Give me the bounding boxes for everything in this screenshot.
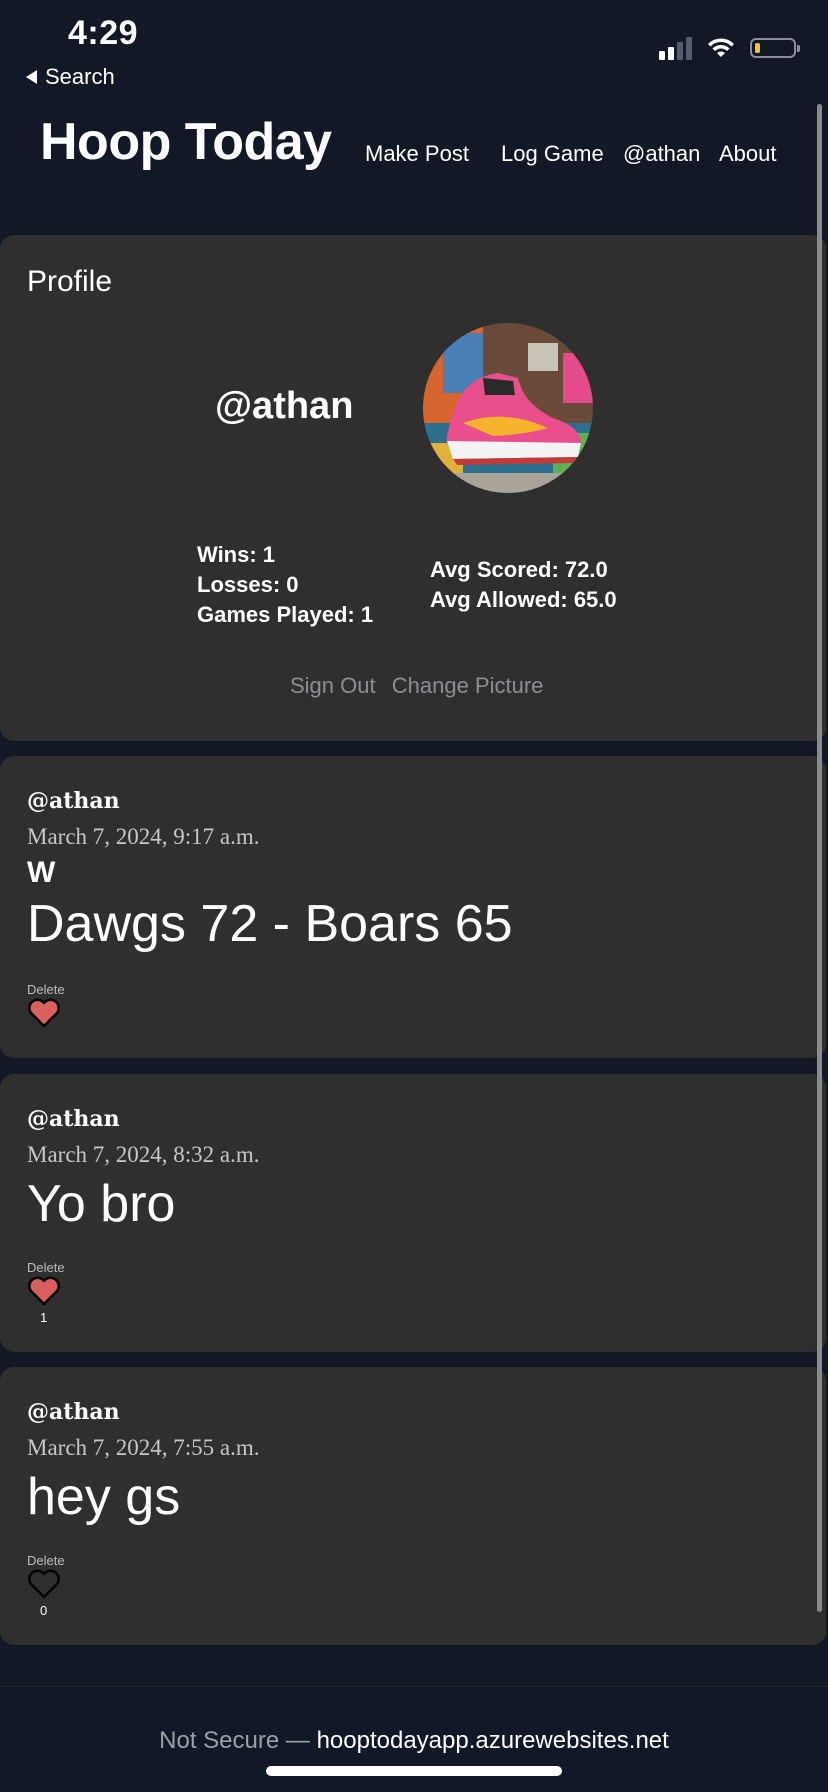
wifi-icon [708, 38, 734, 57]
post-card: @athan March 7, 2024, 7:55 a.m. hey gs D… [0, 1367, 826, 1645]
delete-button[interactable]: Delete [27, 982, 65, 997]
post-card: @athan March 7, 2024, 8:32 a.m. Yo bro D… [0, 1074, 826, 1352]
cellular-signal-icon [659, 36, 692, 60]
back-label: Search [45, 64, 115, 89]
nav-make-post[interactable]: Make Post [365, 141, 469, 167]
post-timestamp: March 7, 2024, 8:32 a.m. [27, 1142, 260, 1167]
stat-losses: Losses: 0 [197, 572, 299, 597]
page: 4:29 Search Hoop Today Make Post Log Gam… [0, 0, 828, 1792]
delete-button[interactable]: Delete [27, 1553, 65, 1568]
sneaker-image [423, 323, 593, 493]
url-domain: hooptodayapp.azurewebsites.net [316, 1727, 669, 1754]
heart-icon[interactable] [27, 998, 61, 1028]
post-author[interactable]: @athan [27, 1399, 120, 1425]
post-author[interactable]: @athan [27, 1106, 120, 1132]
profile-actions: Sign Out Change Picture [290, 673, 553, 699]
scrollbar[interactable] [817, 104, 822, 1612]
home-indicator[interactable] [266, 1766, 562, 1776]
stat-avg-scored: Avg Scored: 72.0 [430, 557, 608, 582]
address-bar[interactable]: Not Secure — hooptodayapp.azurewebsites.… [0, 1686, 828, 1792]
post-timestamp: March 7, 2024, 9:17 a.m. [27, 824, 260, 849]
nav-profile[interactable]: @athan [623, 141, 700, 167]
stat-games-played: Games Played: 1 [197, 602, 374, 627]
sign-out-link[interactable]: Sign Out [290, 673, 376, 698]
like-count: 1 [40, 1310, 48, 1325]
status-time: 4:29 [68, 14, 139, 52]
change-picture-link[interactable]: Change Picture [392, 673, 544, 698]
profile-title: Profile [27, 265, 113, 298]
security-label: Not Secure — [159, 1727, 310, 1754]
post-body: hey gs [27, 1468, 181, 1526]
stat-wins: Wins: 1 [197, 542, 276, 567]
avatar [423, 323, 593, 493]
profile-handle: @athan [215, 385, 354, 427]
status-icons [659, 36, 800, 60]
stats-averages: Avg Scored: 72.0 Avg Allowed: 65.0 [430, 555, 617, 615]
game-result: W [27, 856, 56, 889]
stats-record: Wins: 1 Losses: 0 Games Played: 1 [197, 540, 373, 630]
url-display[interactable]: Not Secure — hooptodayapp.azurewebsites.… [0, 1727, 828, 1755]
battery-icon [750, 38, 800, 58]
stat-avg-allowed: Avg Allowed: 65.0 [430, 587, 617, 612]
heart-outline-icon[interactable] [27, 1569, 61, 1599]
nav-bar: Make Post Log Game @athan About [0, 141, 828, 171]
back-arrow-icon [26, 70, 37, 84]
post-body: Yo bro [27, 1175, 176, 1233]
profile-card: Profile @athan Wins: 1 Losses: 0 Games P… [0, 235, 826, 741]
heart-icon[interactable] [27, 1276, 61, 1306]
like-count: 0 [40, 1603, 48, 1618]
post-timestamp: March 7, 2024, 7:55 a.m. [27, 1435, 260, 1460]
post-body: Dawgs 72 - Boars 65 [27, 895, 513, 953]
post-card: @athan March 7, 2024, 9:17 a.m. W Dawgs … [0, 756, 826, 1058]
back-to-search[interactable]: Search [26, 64, 115, 90]
post-author[interactable]: @athan [27, 788, 120, 814]
nav-log-game[interactable]: Log Game [501, 141, 604, 167]
delete-button[interactable]: Delete [27, 1260, 65, 1275]
nav-about[interactable]: About [719, 141, 777, 167]
